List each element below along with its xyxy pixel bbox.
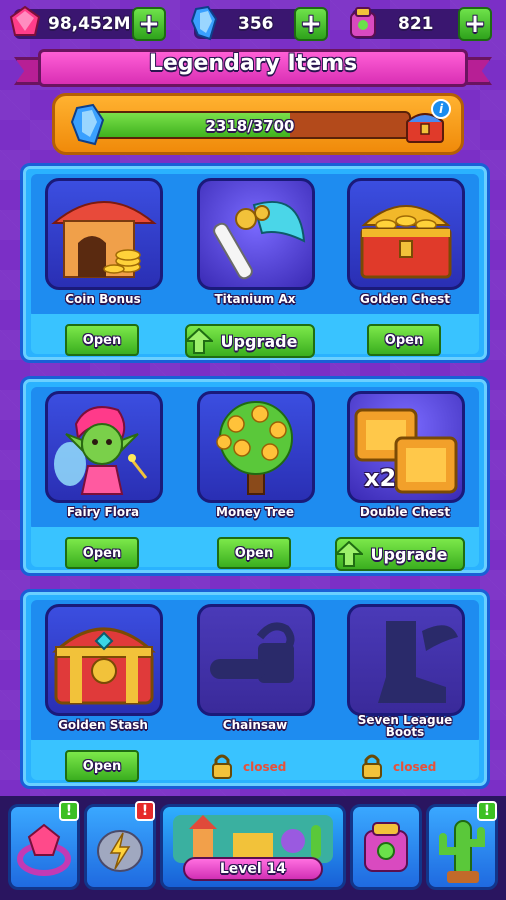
- item-tile-locked: [197, 604, 315, 716]
- upgrade-button[interactable]: Upgrade: [185, 324, 315, 358]
- items-section-1: Coin Bonus Open Titanium Ax Upgrade Gold…: [20, 163, 490, 363]
- item-tile[interactable]: [197, 391, 315, 503]
- upgrade-arrow-icon: [335, 541, 363, 567]
- add-potions-button[interactable]: +: [458, 7, 492, 41]
- gems-counter: 98,452M +: [9, 5, 166, 41]
- progress-track: 2318/3700: [89, 111, 411, 139]
- upgrade-button[interactable]: Upgrade: [335, 537, 465, 571]
- item-tile[interactable]: x2: [347, 391, 465, 503]
- item-tile[interactable]: [347, 178, 465, 290]
- item-titanium-ax[interactable]: Titanium Ax Upgrade: [185, 178, 317, 362]
- crystal-icon: [190, 5, 218, 41]
- potion-icon: [350, 7, 376, 38]
- axe-icon: [213, 200, 306, 280]
- padlock-icon: [212, 754, 232, 779]
- fairy-icon: [54, 406, 148, 495]
- page-title: Legendary Items: [148, 51, 358, 76]
- crystals-value: 356: [238, 14, 274, 34]
- open-button[interactable]: Open: [65, 750, 139, 782]
- closed-label: closed: [393, 760, 437, 774]
- item-name: Golden Stash: [58, 718, 148, 732]
- item-name: Fairy Flora: [66, 505, 140, 519]
- item-name: Titanium Ax: [214, 292, 296, 306]
- money-tree-icon: [216, 401, 293, 495]
- notification-badge: !: [59, 801, 79, 821]
- double-badge: x2: [364, 464, 397, 492]
- add-gems-button[interactable]: +: [132, 7, 166, 41]
- upgrade-label: Upgrade: [220, 331, 298, 351]
- item-tile[interactable]: [45, 391, 163, 503]
- coin-stall-icon: [51, 201, 157, 278]
- item-tile[interactable]: [45, 178, 163, 290]
- notification-badge: !: [477, 801, 497, 821]
- winged-boot-icon: [378, 621, 458, 703]
- item-tile[interactable]: [197, 178, 315, 290]
- item-chainsaw: Chainsaw closed: [193, 604, 317, 788]
- item-tile-locked: [347, 604, 465, 716]
- backpack-icon: [364, 822, 408, 872]
- notification-badge: !: [135, 801, 155, 821]
- item-tile[interactable]: [45, 604, 163, 716]
- open-button[interactable]: Open: [65, 324, 139, 356]
- items-section-2: Fairy Flora Open Money Tree Open x2 Doub…: [20, 376, 490, 576]
- item-name: Coin Bonus: [65, 292, 141, 306]
- gem-icon: [9, 5, 41, 36]
- currency-bar: 98,452M + 356 + 821 +: [0, 0, 506, 46]
- nav-gems-button[interactable]: !: [8, 801, 80, 890]
- gold-chest-icon: [360, 205, 452, 279]
- upgrade-label: Upgrade: [370, 544, 448, 564]
- open-button[interactable]: Open: [217, 537, 291, 569]
- nav-stones-button[interactable]: !: [84, 801, 156, 890]
- item-coin-bonus[interactable]: Coin Bonus Open: [41, 178, 165, 362]
- closed-status: closed: [361, 752, 461, 782]
- nav-cactus-button[interactable]: !: [426, 801, 498, 890]
- item-name: Double Chest: [359, 505, 451, 519]
- add-crystals-button[interactable]: +: [294, 7, 328, 41]
- padlock-icon: [362, 754, 382, 779]
- level-label: Level 14: [183, 857, 323, 881]
- item-golden-chest[interactable]: Golden Chest Open: [343, 178, 467, 362]
- closed-status: closed: [211, 752, 311, 782]
- potions-counter: 821 +: [350, 7, 492, 41]
- upgrade-arrow-icon: [185, 328, 213, 354]
- item-name: Money Tree: [216, 505, 294, 519]
- item-seven-league-boots: Seven League Boots closed: [343, 604, 467, 788]
- closed-label: closed: [243, 760, 287, 774]
- open-button[interactable]: Open: [367, 324, 441, 356]
- potions-value: 821: [398, 14, 434, 34]
- gems-value: 98,452M: [48, 14, 131, 34]
- crystals-counter: 356 +: [190, 5, 328, 41]
- collection-progress: 2318/3700 i: [52, 93, 464, 155]
- nav-backpack-button[interactable]: [350, 804, 422, 890]
- item-name: Golden Chest: [359, 292, 451, 306]
- treasure-chest-icon: [52, 627, 156, 705]
- crystal-icon: [70, 103, 105, 146]
- bottom-nav: ! ! Level 14 !: [0, 796, 506, 900]
- chainsaw-icon: [210, 622, 295, 683]
- nav-village-button[interactable]: Level 14: [160, 804, 346, 890]
- progress-text: 2318/3700: [205, 117, 295, 135]
- open-button[interactable]: Open: [65, 537, 139, 569]
- item-name: Seven League Boots: [357, 713, 453, 739]
- title-banner: Legendary Items: [14, 47, 492, 89]
- item-name: Chainsaw: [222, 718, 288, 732]
- items-section-3: Golden Stash Open Chainsaw closed Seven …: [20, 589, 490, 789]
- item-fairy-flora[interactable]: Fairy Flora Open: [41, 391, 165, 575]
- item-double-chest[interactable]: x2 Double Chest Upgrade: [335, 391, 467, 575]
- item-money-tree[interactable]: Money Tree Open: [193, 391, 317, 575]
- info-icon[interactable]: i: [431, 99, 451, 119]
- item-golden-stash[interactable]: Golden Stash Open: [41, 604, 165, 788]
